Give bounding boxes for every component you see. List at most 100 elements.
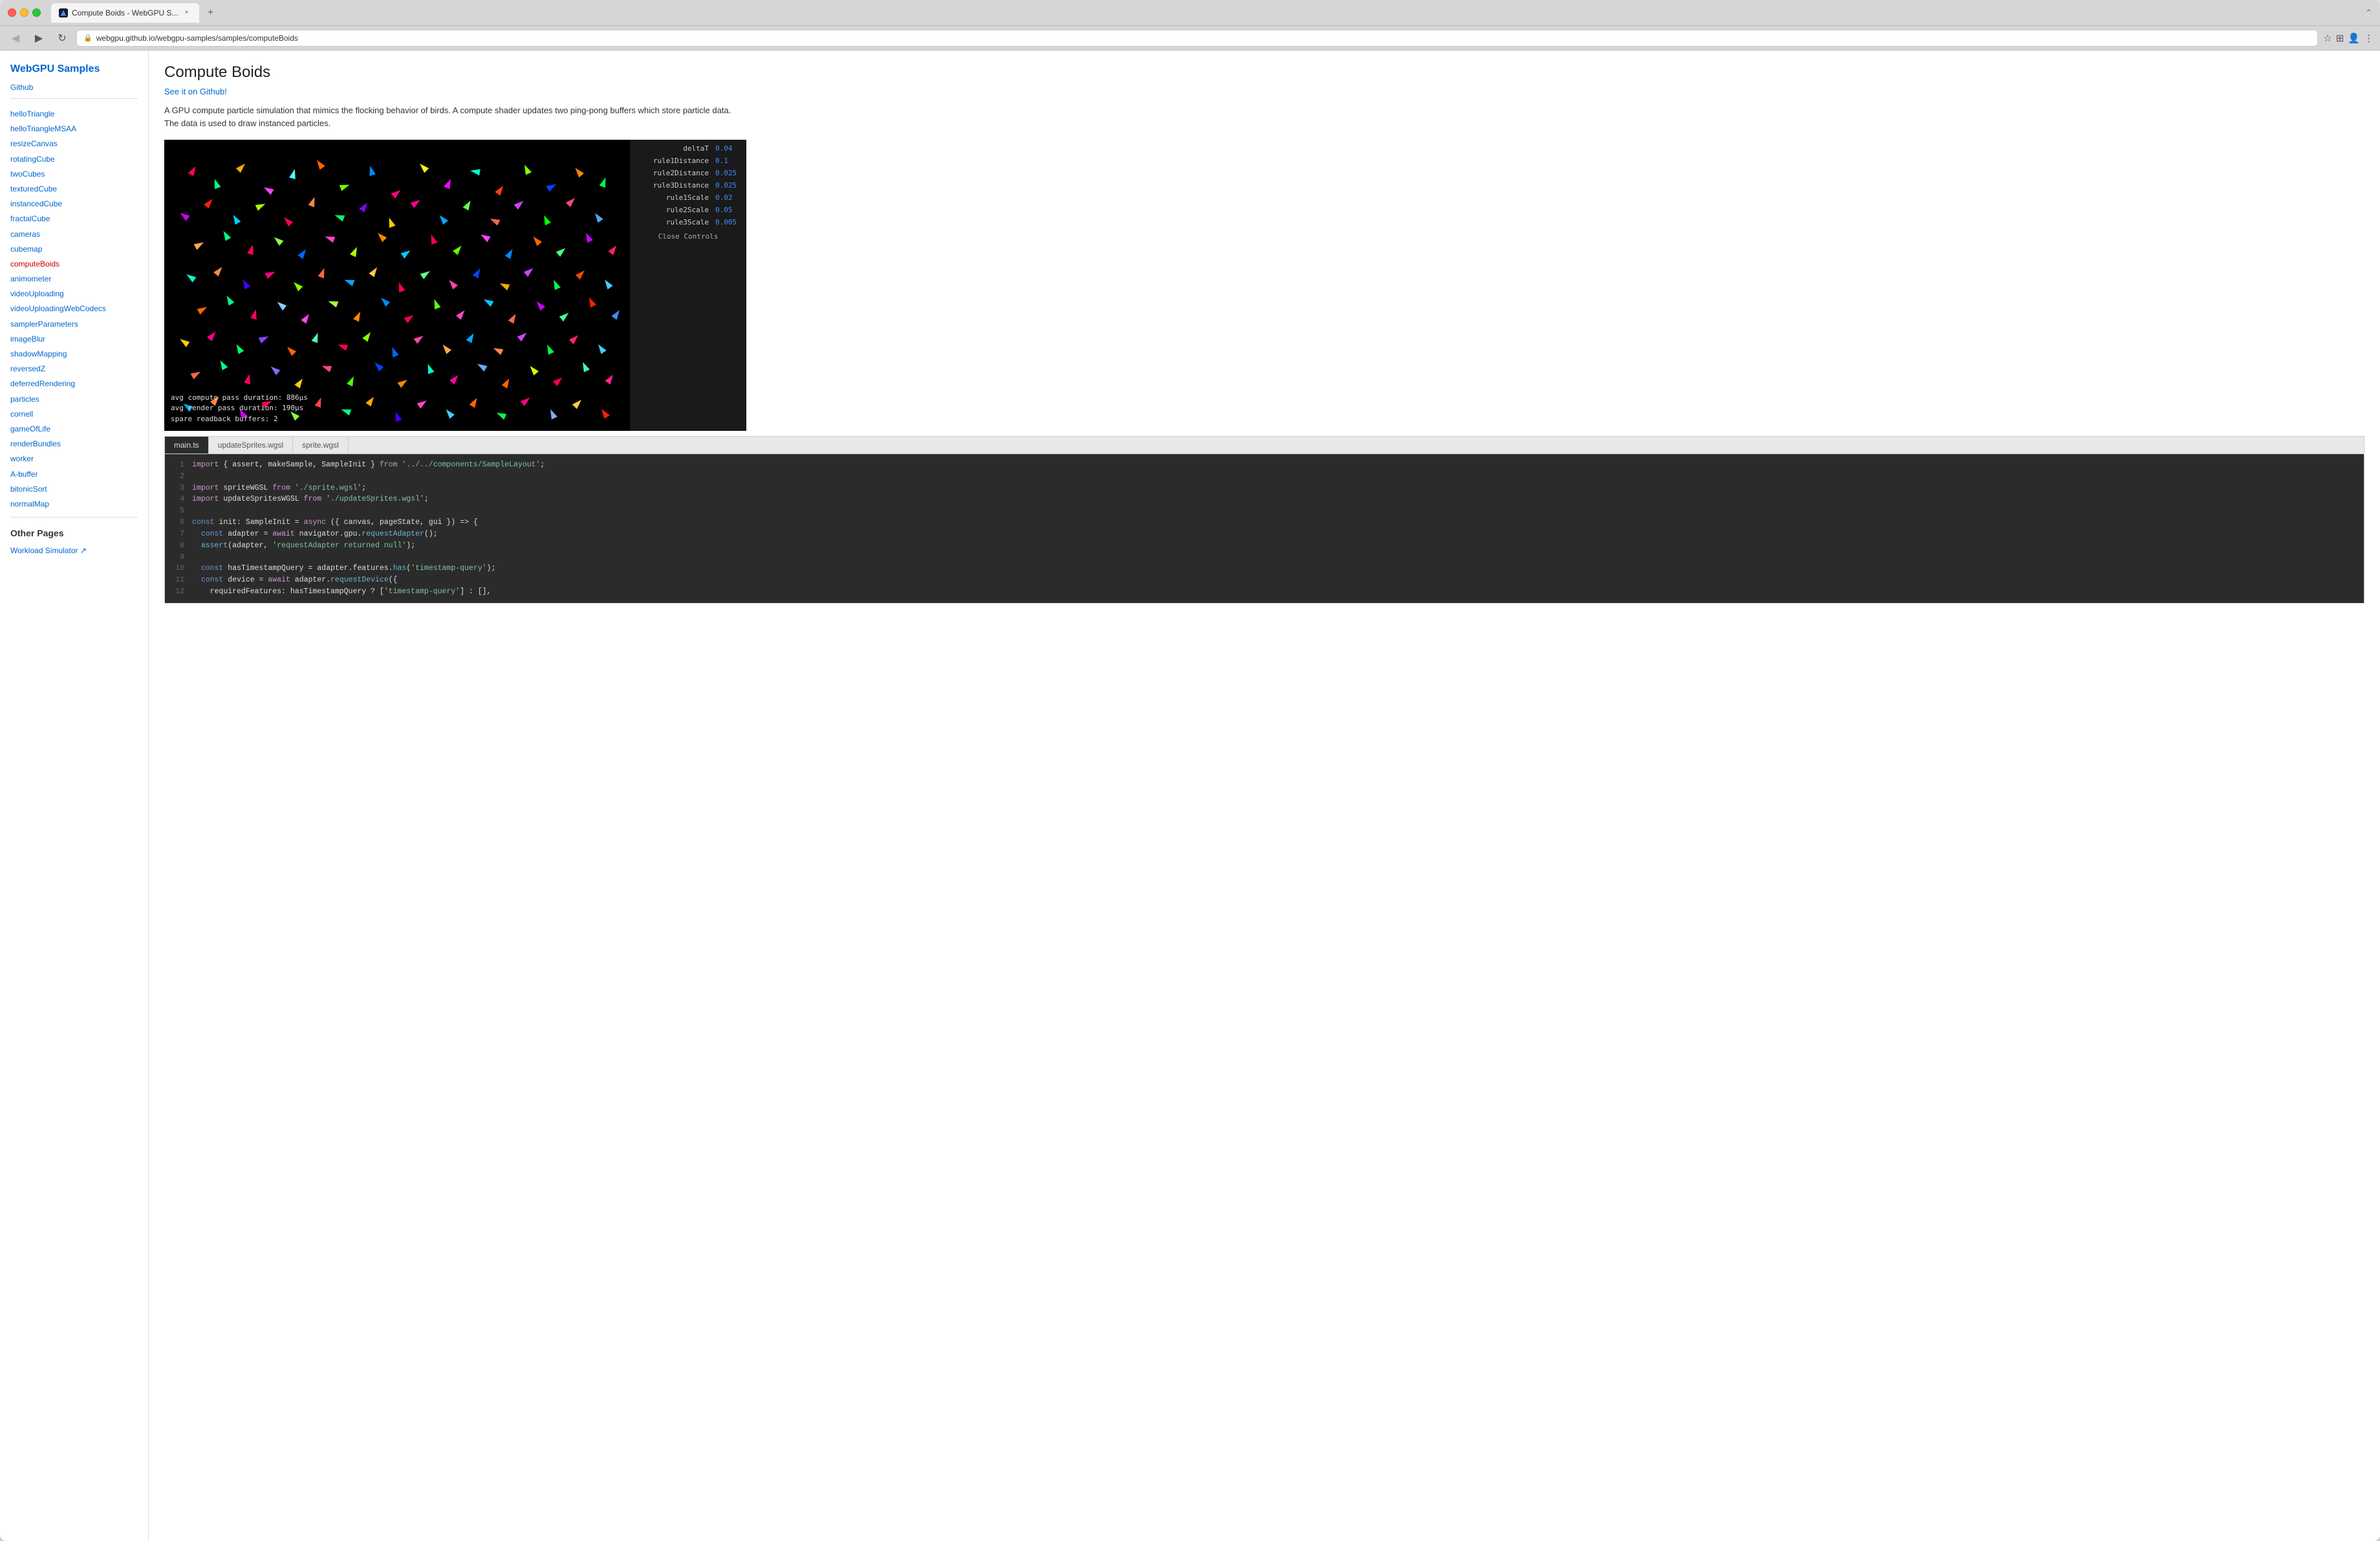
sidebar-item-normalMap[interactable]: normalMap (10, 497, 138, 512)
browser-window: Compute Boids - WebGPU S... × + ⌃ ◀ ▶ ↻ … (0, 0, 2380, 1541)
sidebar-github-link[interactable]: Github (10, 83, 138, 92)
bookmark-icon[interactable]: ☆ (2323, 32, 2331, 44)
sidebar-item-cornell[interactable]: cornell (10, 407, 138, 422)
control-rule1Distance[interactable]: rule1Distance 0.1 (630, 155, 746, 167)
rule2Distance-value: 0.025 (715, 169, 741, 177)
sidebar-item-renderBundles[interactable]: renderBundles (10, 437, 138, 452)
maximize-button[interactable] (32, 8, 41, 17)
code-line-5: 5 (173, 505, 2356, 517)
sidebar-item-bitonicSort[interactable]: bitonicSort (10, 482, 138, 497)
sidebar-item-workload-simulator[interactable]: Workload Simulator ↗ (10, 543, 138, 558)
window-controls-expand[interactable]: ⌃ (2365, 8, 2372, 18)
forward-button[interactable]: ▶ (30, 29, 48, 47)
control-rule1Scale[interactable]: rule1Scale 0.02 (630, 191, 746, 204)
url-text: webgpu.github.io/webgpu-samples/samples/… (96, 34, 298, 43)
sidebar-item-worker[interactable]: worker (10, 452, 138, 466)
compute-pass-stat: avg compute pass duration: 886µs (171, 393, 308, 404)
deltaT-label: deltaT (635, 144, 713, 153)
deltaT-value: 0.04 (715, 144, 741, 153)
sidebar-item-fractalCube[interactable]: fractalCube (10, 212, 138, 226)
sidebar-item-particles[interactable]: particles (10, 392, 138, 407)
sidebar-item-samplerParameters[interactable]: samplerParameters (10, 317, 138, 332)
rule3Scale-value: 0.005 (715, 218, 741, 226)
sidebar-nav: helloTriangle helloTriangleMSAA resizeCa… (10, 107, 138, 512)
sidebar-item-rotatingCube[interactable]: rotatingCube (10, 152, 138, 167)
code-tab-updateSprites[interactable]: updateSprites.wgsl (209, 437, 293, 454)
sidebar-item-videoUploadingWebCodecs[interactable]: videoUploadingWebCodecs (10, 301, 138, 316)
rule1Scale-label: rule1Scale (635, 193, 713, 202)
sidebar-bottom-divider (10, 517, 138, 518)
sidebar-item-cubemap[interactable]: cubemap (10, 242, 138, 257)
control-rule3Distance[interactable]: rule3Distance 0.025 (630, 179, 746, 191)
rule3Scale-label: rule3Scale (635, 218, 713, 226)
code-line-2: 2 (173, 471, 2356, 483)
code-tabs: main.ts updateSprites.wgsl sprite.wgsl (165, 437, 2364, 454)
github-link[interactable]: See it on Github! (164, 87, 2364, 96)
code-line-10: 10 const hasTimestampQuery = adapter.fea… (173, 563, 2356, 574)
sidebar-item-animometer[interactable]: animometer (10, 272, 138, 287)
reload-button[interactable]: ↻ (53, 29, 71, 47)
sidebar-item-texturedCube[interactable]: texturedCube (10, 182, 138, 197)
boids-canvas-container[interactable]: avg compute pass duration: 886µs avg ren… (164, 140, 630, 431)
code-line-1: 1 import { assert, makeSample, SampleIni… (173, 459, 2356, 471)
toolbar: ◀ ▶ ↻ 🔒 webgpu.github.io/webgpu-samples/… (0, 26, 2380, 50)
sidebar-item-helloTriangle[interactable]: helloTriangle (10, 107, 138, 122)
sidebar-item-shadowMapping[interactable]: shadowMapping (10, 347, 138, 362)
code-tab-main-ts[interactable]: main.ts (165, 437, 209, 454)
minimize-button[interactable] (20, 8, 28, 17)
other-pages-title: Other Pages (10, 528, 138, 538)
github-link-text[interactable]: Github (10, 83, 33, 92)
code-section: main.ts updateSprites.wgsl sprite.wgsl 1… (164, 436, 2364, 604)
sidebar-item-gameOfLife[interactable]: gameOfLife (10, 422, 138, 437)
sidebar-item-videoUploading[interactable]: videoUploading (10, 287, 138, 301)
code-content[interactable]: 1 import { assert, makeSample, SampleIni… (165, 454, 2364, 603)
code-line-11: 11 const device = await adapter.requestD… (173, 574, 2356, 586)
page-description: A GPU compute particle simulation that m… (164, 104, 746, 129)
code-line-7: 7 const adapter = await navigator.gpu.re… (173, 529, 2356, 540)
rule2Scale-value: 0.05 (715, 206, 741, 214)
sidebar-item-instancedCube[interactable]: instancedCube (10, 197, 138, 212)
sidebar-item-computeBoids[interactable]: computeBoids (10, 257, 138, 272)
rule3Distance-value: 0.025 (715, 181, 741, 190)
code-line-3: 3 import spriteWGSL from './sprite.wgsl'… (173, 483, 2356, 494)
menu-icon[interactable]: ⋮ (2364, 32, 2374, 44)
control-rule3Scale[interactable]: rule3Scale 0.005 (630, 216, 746, 228)
rule2Scale-label: rule2Scale (635, 206, 713, 214)
extensions-icon[interactable]: ⊞ (2336, 32, 2344, 44)
sidebar-item-cameras[interactable]: cameras (10, 227, 138, 242)
rule1Distance-value: 0.1 (715, 157, 741, 165)
spare-buffers-stat: spare readback buffers: 2 (171, 414, 308, 425)
tab-title: Compute Boids - WebGPU S... (72, 8, 178, 17)
code-line-8: 8 assert(adapter, 'requestAdapter return… (173, 540, 2356, 552)
rule3Distance-label: rule3Distance (635, 181, 713, 190)
back-button[interactable]: ◀ (6, 29, 25, 47)
render-pass-stat: avg render pass duration: 190µs (171, 403, 308, 414)
profile-icon[interactable]: 👤 (2348, 32, 2360, 44)
rule1Scale-value: 0.02 (715, 193, 741, 202)
control-rule2Distance[interactable]: rule2Distance 0.025 (630, 167, 746, 179)
lock-icon: 🔒 (83, 34, 92, 42)
close-button[interactable] (8, 8, 16, 17)
active-tab[interactable]: Compute Boids - WebGPU S... × (51, 3, 199, 23)
tab-bar: Compute Boids - WebGPU S... × + (51, 3, 2238, 23)
github-link-anchor[interactable]: See it on Github! (164, 87, 227, 96)
page-title: Compute Boids (164, 63, 2364, 82)
sidebar-item-twoCubes[interactable]: twoCubes (10, 167, 138, 182)
sidebar-item-reversedZ[interactable]: reversedZ (10, 362, 138, 377)
code-line-12: 12 requiredFeatures: hasTimestampQuery ?… (173, 586, 2356, 598)
code-tab-sprite[interactable]: sprite.wgsl (293, 437, 349, 454)
sidebar-item-deferredRendering[interactable]: deferredRendering (10, 377, 138, 391)
main-content: Compute Boids See it on Github! A GPU co… (149, 50, 2380, 1541)
control-deltaT[interactable]: deltaT 0.04 (630, 142, 746, 155)
sidebar-item-helloTriangleMSAA[interactable]: helloTriangleMSAA (10, 122, 138, 137)
title-bar: Compute Boids - WebGPU S... × + ⌃ (0, 0, 2380, 26)
sidebar-item-A-buffer[interactable]: A-buffer (10, 467, 138, 482)
sidebar-title: WebGPU Samples (10, 63, 138, 75)
new-tab-button[interactable]: + (202, 4, 220, 22)
tab-close-button[interactable]: × (182, 8, 191, 17)
control-rule2Scale[interactable]: rule2Scale 0.05 (630, 204, 746, 216)
address-bar[interactable]: 🔒 webgpu.github.io/webgpu-samples/sample… (76, 30, 2318, 47)
close-controls-button[interactable]: Close Controls (630, 230, 746, 243)
sidebar-item-imageBlur[interactable]: imageBlur (10, 332, 138, 347)
sidebar-item-resizeCanvas[interactable]: resizeCanvas (10, 137, 138, 151)
